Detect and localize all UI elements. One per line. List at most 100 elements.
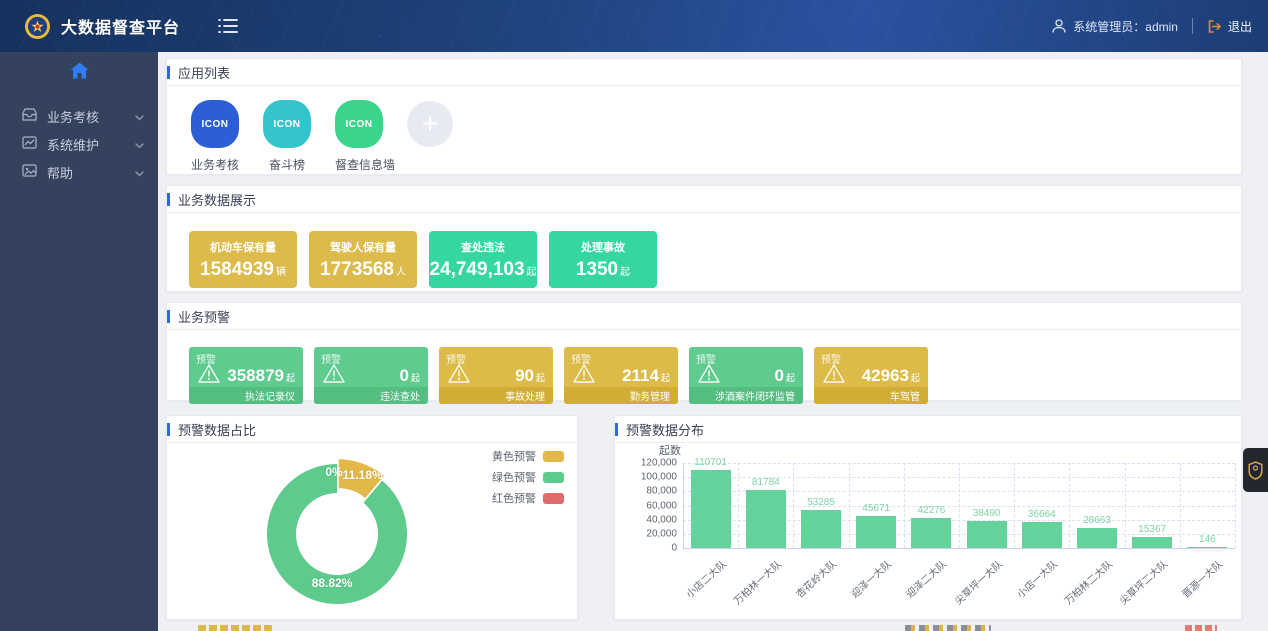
data-card: 处理事故 1350起: [549, 231, 657, 288]
warning-card: 预警0起涉酒案件闭环监管: [689, 347, 803, 404]
sidebar-home-button[interactable]: [0, 52, 158, 88]
sidebar-menu: 业务考核系统维护帮助: [0, 102, 158, 186]
data-card-title: 查处违法: [429, 231, 537, 255]
warning-category: 执法记录仪: [189, 387, 303, 404]
warning-unit: 起: [786, 373, 795, 383]
bar[interactable]: [911, 518, 951, 548]
v-gridline: [1125, 463, 1126, 548]
bar-value-label: 110701: [694, 457, 727, 468]
add-app-button[interactable]: +: [407, 101, 453, 147]
cutoff-fragment: [905, 625, 991, 631]
warning-unit: 起: [411, 373, 420, 383]
sidebar-item-3[interactable]: 帮助: [0, 158, 158, 186]
data-card: 驾驶人保有量1773568人: [309, 231, 417, 288]
bar[interactable]: [856, 516, 896, 548]
x-axis-label[interactable]: 晋源一大队: [1178, 556, 1225, 601]
warning-card-body: 2114起: [572, 363, 670, 389]
sidebar-item-label: 帮助: [47, 163, 135, 182]
badge-shield-icon: [1248, 461, 1263, 480]
warning-value: 0起: [400, 366, 420, 386]
sidebar-item-label: 系统维护: [47, 135, 135, 154]
warning-card: 预警42963起车驾管: [814, 347, 928, 404]
v-gridline: [1180, 463, 1181, 548]
police-badge-icon: [24, 13, 51, 40]
bar-value-label: 15367: [1138, 524, 1166, 535]
image-icon: [22, 164, 37, 180]
warning-triangle-icon: [322, 363, 346, 389]
bar-value-label: 38490: [973, 508, 1001, 519]
data-card-unit: 辆: [276, 267, 286, 278]
app-icon: ICON: [335, 100, 383, 148]
bar[interactable]: [1132, 537, 1172, 548]
biz-warning-title-text: 业务预警: [178, 307, 230, 326]
floating-side-button[interactable]: [1243, 448, 1268, 492]
y-tick-label: 80,000: [621, 486, 677, 497]
warning-value: 0起: [775, 366, 795, 386]
warning-unit: 起: [661, 373, 670, 383]
data-card-title: 处理事故: [549, 231, 657, 255]
biz-data-title: 业务数据展示: [167, 186, 1241, 213]
app-title: 大数据督查平台: [61, 14, 180, 38]
v-gridline: [1014, 463, 1015, 548]
app-shortcut-2[interactable]: ICON奋斗榜: [263, 100, 311, 173]
app-list-panel: 应用列表 ICON业务考核ICON奋斗榜ICON督查信息墙+: [166, 58, 1242, 175]
x-axis-label[interactable]: 万柏林二大队: [1060, 556, 1115, 607]
app-icon: ICON: [263, 100, 311, 148]
x-axis-label[interactable]: 尖草坪二大队: [1116, 556, 1171, 607]
warning-card: 预警90起事故处理: [439, 347, 553, 404]
bar[interactable]: [1022, 522, 1062, 548]
sidebar-item-2[interactable]: 系统维护: [0, 130, 158, 158]
bar[interactable]: [1077, 528, 1117, 548]
x-axis-label[interactable]: 杏花岭大队: [792, 556, 839, 601]
bar[interactable]: [1187, 547, 1227, 548]
bar[interactable]: [691, 470, 731, 548]
cutoff-fragment: [198, 625, 272, 631]
data-card-value: 1350起: [549, 259, 657, 281]
inbox-icon: [22, 108, 37, 124]
warning-unit: 起: [911, 373, 920, 383]
sidebar-toggle-button[interactable]: [218, 18, 238, 34]
biz-warning-title: 业务预警: [167, 303, 1241, 330]
x-axis-label[interactable]: 小店一大队: [1013, 556, 1060, 601]
warning-value: 90起: [515, 366, 545, 386]
warning-card: 预警2114起勤务管理: [564, 347, 678, 404]
warning-triangle-icon: [447, 363, 471, 389]
data-card-unit: 起: [620, 267, 630, 278]
bar-value-label: 42276: [917, 505, 945, 516]
bar-value-label: 28663: [1083, 515, 1111, 526]
y-tick-label: 0: [621, 543, 677, 554]
x-axis-label[interactable]: 万柏林一大队: [729, 556, 784, 607]
bar[interactable]: [967, 521, 1007, 548]
bar[interactable]: [801, 510, 841, 548]
app-shortcut-3[interactable]: ICON督查信息墙: [335, 100, 383, 173]
warning-category: 勤务管理: [564, 387, 678, 404]
app-label: 业务考核: [191, 156, 239, 173]
sidebar-item-1[interactable]: 业务考核: [0, 102, 158, 130]
data-card-value: 24,749,103起: [429, 259, 537, 281]
v-gridline: [904, 463, 905, 548]
y-tick-label: 40,000: [621, 514, 677, 525]
warning-unit: 起: [536, 373, 545, 383]
biz-data-panel: 业务数据展示 机动车保有量1584939辆驾驶人保有量1773568人查处违法2…: [166, 185, 1242, 292]
bar-chart-title: 预警数据分布: [615, 416, 1241, 443]
x-axis-label[interactable]: 尖草坪一大队: [950, 556, 1005, 607]
x-axis-label[interactable]: 小店二大队: [681, 556, 728, 601]
app-shortcut-1[interactable]: ICON业务考核: [191, 100, 239, 173]
logout-button[interactable]: 退出: [1207, 18, 1252, 35]
data-card-value: 1773568人: [309, 259, 417, 281]
bar-value-label: 146: [1199, 534, 1216, 545]
data-cards-row: 机动车保有量1584939辆驾驶人保有量1773568人查处违法24,749,1…: [167, 213, 1241, 288]
warning-category: 事故处理: [439, 387, 553, 404]
sidebar-item-label: 业务考核: [47, 107, 135, 126]
x-axis-label[interactable]: 迎泽一大队: [847, 556, 894, 601]
data-card-unit: 人: [396, 267, 406, 278]
data-card: 查处违法 24,749,103起: [429, 231, 537, 288]
x-axis-label[interactable]: 迎泽二大队: [902, 556, 949, 601]
pie-chart-title: 预警数据占比: [167, 416, 577, 443]
warning-triangle-icon: [572, 363, 596, 389]
bar-chart-panel: 预警数据分布 起数 120,000100,00080,00060,00040,0…: [614, 415, 1242, 620]
bar[interactable]: [746, 490, 786, 548]
home-icon: [70, 62, 89, 79]
v-gridline: [738, 463, 739, 548]
warning-card-body: 42963起: [822, 363, 920, 389]
